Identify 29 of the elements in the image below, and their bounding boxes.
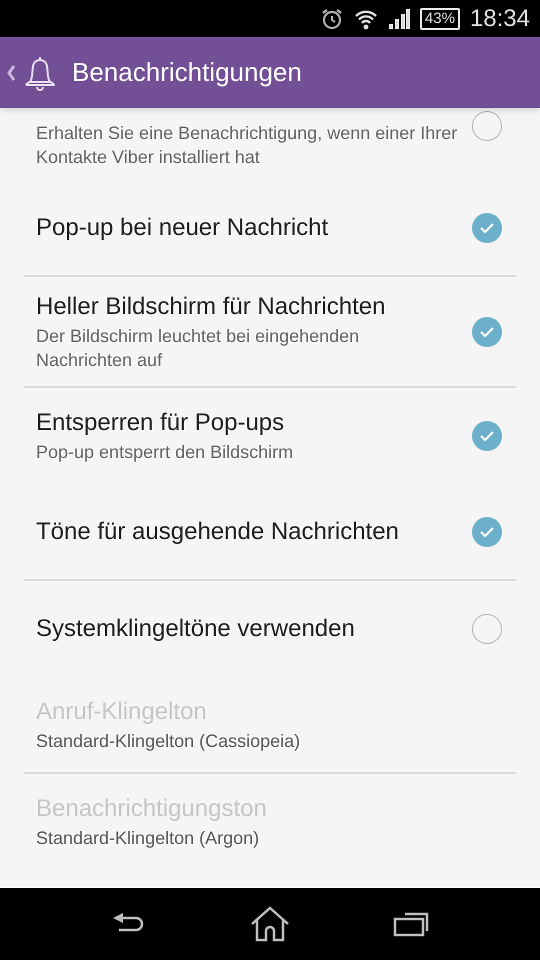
setting-title: Töne für ausgehende Nachrichten (36, 516, 400, 546)
battery-percentage: 43% (424, 11, 455, 26)
setting-summary: Der Bildschirm leuchtet bei eingehenden Nachrichten auf (36, 325, 360, 372)
setting-summary: Erhalten Sie eine Benachrichtigung, wenn einer Ihrer Kontakte Viber installiert hat (36, 122, 458, 169)
setting-summary: Standard-Klingelton (Argon) (36, 827, 260, 850)
clock-time: 18:34 (470, 6, 530, 30)
setting-title: Systemklingeltöne verwenden (36, 614, 356, 644)
check-icon (479, 326, 495, 338)
check-icon (479, 430, 495, 442)
chevron-left-icon (6, 64, 16, 82)
checkbox[interactable] (472, 516, 502, 546)
checkbox[interactable] (472, 212, 502, 242)
signal-icon (388, 8, 410, 30)
setting-summary: Pop-up entsperrt den Bildschirm (36, 441, 294, 464)
recent-apps-icon[interactable] (392, 911, 429, 937)
alarm-clock-icon (320, 6, 344, 30)
wifi-icon (354, 8, 378, 30)
check-icon (479, 526, 495, 538)
checkbox[interactable] (472, 614, 502, 644)
setting-title: Pop-up bei neuer Nachricht (36, 212, 330, 242)
setting-title: Entsperren für Pop-ups (36, 408, 286, 438)
check-icon (479, 222, 495, 234)
home-icon[interactable] (250, 906, 290, 942)
screen-title: Benachrichtigungen (72, 56, 302, 89)
setting-title: Heller Bildschirm für Nachrichten (36, 292, 386, 322)
setting-summary: Standard-Klingelton (Cassiopeia) (36, 730, 302, 753)
checkbox[interactable] (472, 420, 502, 450)
checkbox[interactable] (472, 111, 502, 141)
checkbox[interactable] (472, 316, 502, 346)
